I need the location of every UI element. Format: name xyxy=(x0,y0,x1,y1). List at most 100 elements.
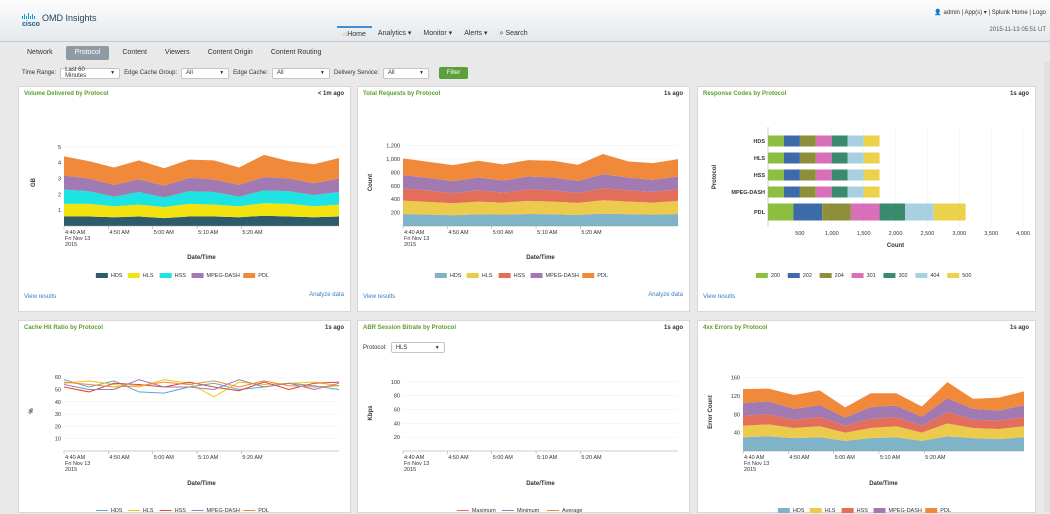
legend-swatch xyxy=(777,508,790,513)
legend-swatch xyxy=(883,273,896,278)
panel-title: Response Codes by Protocol xyxy=(703,91,787,97)
sub-tabs: Network Protocol Content Viewers Content… xyxy=(18,45,330,61)
bar-404-hls xyxy=(847,152,864,164)
tab-content-origin[interactable]: Content Origin xyxy=(199,46,262,60)
x-tick-label: 5:20 AM xyxy=(581,230,602,236)
nav-alerts[interactable]: Alerts ▾ xyxy=(458,26,493,42)
panel-updated: 1s ago xyxy=(663,91,683,97)
nav-monitor[interactable]: Monitor ▾ xyxy=(417,26,458,42)
tab-viewers[interactable]: Viewers xyxy=(156,46,199,60)
nav-home[interactable]: ⌂Home xyxy=(337,26,372,42)
splunk-home-link[interactable]: Splunk Home xyxy=(992,10,1028,16)
user-menu[interactable]: admin xyxy=(944,10,960,16)
tab-network[interactable]: Network xyxy=(18,46,62,60)
legend-label: PDL xyxy=(597,273,608,279)
x-tick-label: 4:50 AM xyxy=(448,455,469,461)
app-title: OMD Insights xyxy=(42,13,97,23)
y-axis-label: % xyxy=(29,408,35,414)
bar-500-mpeg-dash xyxy=(863,186,880,198)
y-tick-label: 50 xyxy=(55,387,61,393)
y-tick-label: PDL xyxy=(754,210,766,216)
edge-cache-select[interactable]: All ▼ xyxy=(271,67,330,79)
bar-200-hss xyxy=(768,169,784,181)
user-area: 👤 admin | App(s) ▾ | Splunk Home | Logo xyxy=(934,10,1046,16)
bar-200-pdl xyxy=(768,203,794,221)
bar-500-hls xyxy=(863,152,880,164)
y-tick-label: 30 xyxy=(55,412,61,418)
tab-content[interactable]: Content xyxy=(113,46,156,60)
x-tick-label: 5:10 AM xyxy=(880,455,901,461)
x-tick-label: 1,000 xyxy=(825,231,839,237)
bar-301-pdl xyxy=(850,203,880,221)
view-results-link[interactable]: View results xyxy=(703,294,735,300)
logout-link[interactable]: Logo xyxy=(1033,10,1046,16)
requests-chart: 2004006008001,0001,2004:40 AMFri Nov 132… xyxy=(368,144,678,279)
y-tick-label: 2 xyxy=(58,192,61,198)
legend-swatch xyxy=(755,273,768,278)
x-tick-label: 2015 xyxy=(65,467,77,473)
legend-swatch xyxy=(947,273,960,278)
x-tick-label: 5:00 AM xyxy=(493,455,514,461)
edge-cache-group-select[interactable]: All ▼ xyxy=(181,67,230,79)
edge-cache-group-label: Edge Cache Group: xyxy=(124,70,178,76)
x-axis-label: Date/Time xyxy=(526,481,555,487)
legend-label: HSS xyxy=(175,273,187,279)
legend-swatch xyxy=(809,508,822,513)
legend-label: MPEG-DASH xyxy=(207,508,240,514)
legend-label: 302 xyxy=(898,273,907,279)
x-tick-label: 5:00 AM xyxy=(154,230,175,236)
legend-label: 204 xyxy=(835,273,844,279)
legend-swatch xyxy=(530,273,543,278)
delivery-service-value: All xyxy=(387,70,395,76)
bar-202-pdl xyxy=(793,203,823,221)
delivery-service-select[interactable]: All ▼ xyxy=(382,67,429,79)
legend-swatch xyxy=(582,273,595,278)
y-tick-label: 800 xyxy=(391,170,400,176)
x-tick-label: 500 xyxy=(795,231,804,237)
legend-label: HSS xyxy=(175,508,187,514)
filter-button[interactable]: Filter xyxy=(438,67,469,79)
apps-menu[interactable]: App(s) ▾ xyxy=(964,10,986,16)
bar-301-hss xyxy=(815,169,832,181)
x-tick-label: 5:00 AM xyxy=(154,455,175,461)
tab-content-routing[interactable]: Content Routing xyxy=(262,46,331,60)
nav-analytics[interactable]: Analytics ▾ xyxy=(372,26,417,42)
legend-swatch xyxy=(434,273,447,278)
tab-protocol[interactable]: Protocol xyxy=(65,46,110,60)
panel-4xx-errors: 4xx Errors by Protocol 1s ago 40 80 120 160… xyxy=(697,320,1036,514)
y-tick-label: 20 xyxy=(394,435,400,441)
x-axis-label: Date/Time xyxy=(187,255,216,261)
view-results-link[interactable]: View results xyxy=(24,294,56,300)
x-tick-label: 5:20 AM xyxy=(242,455,263,461)
time-range-select[interactable]: Last 60 Minutes ▼ xyxy=(60,67,121,79)
y-tick-label: 3 xyxy=(58,177,61,183)
panel-response-codes: Response Codes by Protocol 1s ago 500 1,0… xyxy=(697,86,1036,312)
legend-label: HLS xyxy=(482,273,493,279)
legend-swatch xyxy=(873,508,886,513)
y-tick-label: 20 xyxy=(55,424,61,430)
legend-swatch xyxy=(915,273,928,278)
legend-swatch xyxy=(498,273,511,278)
y-tick-label: HLS xyxy=(754,156,765,162)
x-tick-label: 5:20 AM xyxy=(581,455,602,461)
y-tick-label: MPEG-DASH xyxy=(731,190,765,196)
edge-cache-label: Edge Cache: xyxy=(233,70,268,76)
view-results-link[interactable]: View results xyxy=(363,294,395,300)
brand-name: cisco xyxy=(22,21,40,28)
bar-500-pdl xyxy=(933,203,966,221)
y-axis-label: GB xyxy=(31,177,37,187)
nav-search[interactable]: ⌕ Search xyxy=(494,26,534,42)
analyze-data-link[interactable]: Analyze data xyxy=(648,292,683,298)
bar-200-hds xyxy=(768,135,784,147)
page-scrollbar[interactable] xyxy=(1044,62,1050,512)
legend-label: MPEG-DASH xyxy=(546,273,579,279)
time-range-label: Time Range: xyxy=(22,70,57,76)
filter-bar: Time Range: Last 60 Minutes ▼ Edge Cache … xyxy=(22,66,469,80)
analyze-data-link[interactable]: Analyze data xyxy=(309,292,344,298)
nav-search-label: Search xyxy=(505,30,528,37)
y-tick-label: 1 xyxy=(58,208,61,214)
x-axis-label: Date/Time xyxy=(526,255,555,261)
legend-label: HLS xyxy=(143,273,154,279)
y-axis-label: Count xyxy=(368,174,374,191)
bar-204-pdl xyxy=(822,203,851,221)
